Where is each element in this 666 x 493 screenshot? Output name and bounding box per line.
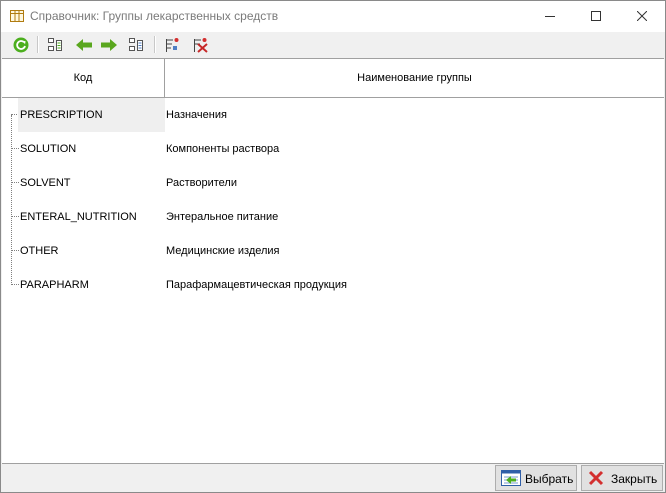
table-row[interactable]: PRESCRIPTION Назначения	[2, 98, 664, 132]
cell-code: OTHER	[20, 245, 59, 257]
maximize-button[interactable]	[573, 1, 619, 32]
cell-code: SOLVENT	[20, 177, 71, 189]
data-grid[interactable]: Код Наименование группы PRESCRIPTION Наз…	[2, 58, 664, 464]
maximize-icon	[591, 11, 601, 21]
cell-code: SOLUTION	[20, 143, 77, 155]
dialog-window: Справочник: Группы лекарственных средств	[0, 0, 666, 493]
filter-clear-icon	[194, 38, 208, 53]
table-row[interactable]: ENTERAL_NUTRITION Энтеральное питание	[2, 200, 664, 234]
cell-name: Назначения	[166, 109, 227, 121]
cell-code: ENTERAL_NUTRITION	[20, 211, 137, 223]
clear-filter-button[interactable]	[190, 35, 210, 54]
select-button-label: Выбрать	[525, 472, 574, 486]
cell-name: Парафармацевтическая продукция	[166, 279, 347, 291]
title-bar[interactable]: Справочник: Группы лекарственных средств	[1, 1, 665, 32]
grid-app-icon	[10, 10, 24, 22]
cell-code: PARAPHARM	[20, 279, 89, 291]
grid-header: Код Наименование группы	[2, 59, 664, 98]
arrow-right-icon	[101, 39, 117, 51]
expand-tree-button[interactable]	[45, 35, 65, 54]
cell-name: Энтеральное питание	[166, 211, 279, 223]
minimize-icon	[545, 16, 555, 17]
table-row[interactable]: SOLUTION Компоненты раствора	[2, 132, 664, 166]
arrow-left-icon	[76, 39, 92, 51]
cell-name: Компоненты раствора	[166, 143, 280, 155]
column-header-code[interactable]: Код	[2, 59, 165, 97]
close-x-icon	[587, 470, 605, 489]
close-window-button[interactable]	[619, 1, 665, 32]
column-header-name[interactable]: Наименование группы	[165, 59, 664, 97]
collapse-tree-button[interactable]	[126, 35, 146, 54]
previous-button[interactable]	[73, 35, 93, 54]
refresh-icon	[13, 37, 29, 53]
cell-name: Медицинские изделия	[166, 245, 280, 257]
cell-code: PRESCRIPTION	[18, 98, 165, 132]
refresh-button[interactable]	[11, 35, 31, 54]
table-row[interactable]: SOLVENT Растворители	[2, 166, 664, 200]
select-button[interactable]: Выбрать	[495, 465, 577, 491]
close-button-label: Закрыть	[611, 472, 658, 486]
toolbar	[1, 32, 665, 57]
table-row[interactable]: PARAPHARM Парафармацевтическая продукция	[2, 268, 664, 302]
tree-collapse-icon	[129, 38, 143, 51]
filter-button[interactable]	[162, 35, 182, 54]
next-button[interactable]	[98, 35, 118, 54]
table-row[interactable]: OTHER Медицинские изделия	[2, 234, 664, 268]
filter-icon	[166, 38, 179, 52]
select-icon	[501, 470, 521, 489]
cell-name: Растворители	[166, 177, 237, 189]
minimize-button[interactable]	[527, 1, 573, 32]
close-button[interactable]: Закрыть	[581, 465, 663, 491]
close-icon	[637, 11, 647, 21]
window-title: Справочник: Группы лекарственных средств	[30, 9, 279, 23]
tree-expand-icon	[48, 38, 62, 51]
